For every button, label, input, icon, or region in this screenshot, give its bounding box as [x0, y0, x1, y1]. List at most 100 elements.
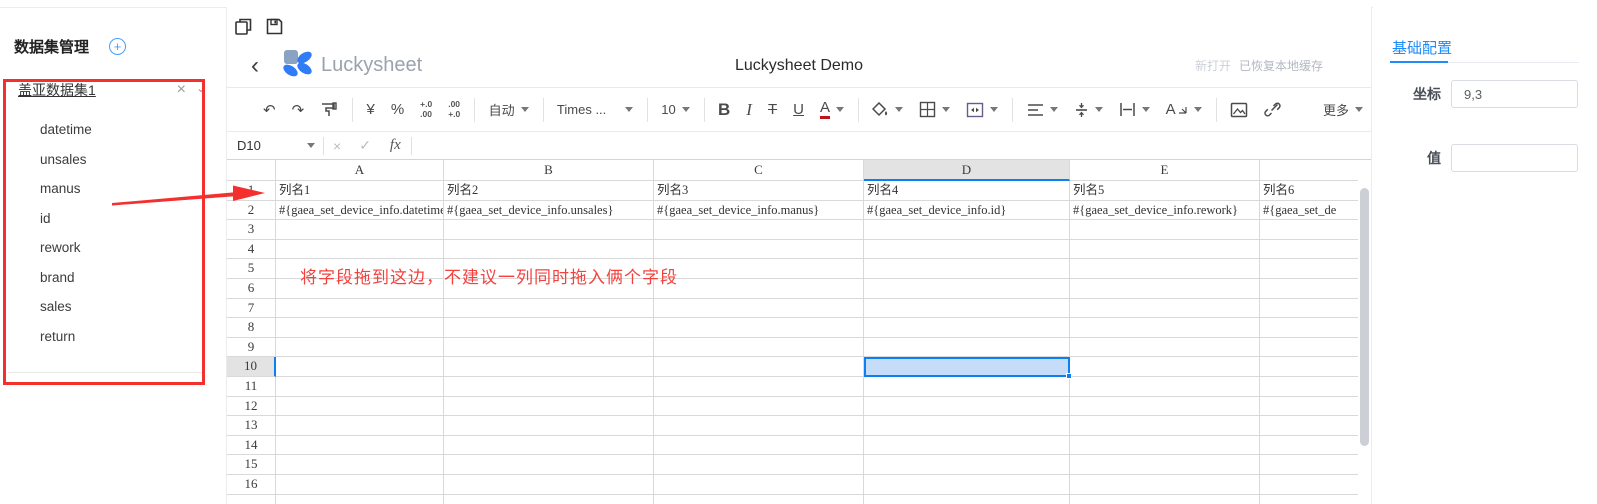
cell[interactable]: [276, 338, 444, 358]
cell[interactable]: [864, 299, 1070, 319]
chevron-down-icon[interactable]: ⌄: [192, 81, 210, 95]
copy-config-icon[interactable]: [235, 18, 252, 35]
row-header[interactable]: 9: [227, 338, 276, 358]
column-header[interactable]: C: [654, 160, 864, 181]
column-header[interactable]: B: [444, 160, 654, 181]
cell[interactable]: [444, 318, 654, 338]
cell[interactable]: [864, 455, 1070, 475]
cell[interactable]: [276, 436, 444, 456]
cell[interactable]: [276, 357, 444, 377]
row-header[interactable]: 10: [227, 357, 276, 377]
cell[interactable]: [444, 299, 654, 319]
scrollbar-thumb[interactable]: [1360, 188, 1369, 446]
cell[interactable]: 列名6: [1260, 181, 1358, 201]
cell[interactable]: [864, 259, 1070, 279]
vertical-scrollbar[interactable]: [1360, 162, 1369, 502]
cell[interactable]: [654, 357, 864, 377]
cell[interactable]: [1070, 338, 1260, 358]
cell[interactable]: [654, 220, 864, 240]
cell[interactable]: #{gaea_set_device_info.rework}: [1070, 201, 1260, 221]
cell[interactable]: [864, 318, 1070, 338]
cell[interactable]: [864, 357, 1070, 377]
cell[interactable]: [1070, 259, 1260, 279]
cell[interactable]: [864, 416, 1070, 436]
horizontal-align-dropdown[interactable]: [1019, 95, 1066, 125]
underline-button[interactable]: U: [785, 95, 812, 125]
row-header[interactable]: 16: [227, 475, 276, 495]
formula-input[interactable]: [422, 132, 1371, 159]
fx-icon[interactable]: fx: [380, 137, 411, 154]
cell[interactable]: [444, 220, 654, 240]
dataset-name[interactable]: 盖亚数据集1: [18, 80, 96, 100]
cell[interactable]: [1070, 220, 1260, 240]
cell[interactable]: [276, 299, 444, 319]
add-dataset-icon[interactable]: +: [109, 38, 126, 55]
fill-color-dropdown[interactable]: [864, 95, 911, 125]
coordinate-input[interactable]: [1451, 80, 1578, 108]
cell[interactable]: [1070, 436, 1260, 456]
row-header[interactable]: 11: [227, 377, 276, 397]
column-header[interactable]: [1260, 160, 1358, 181]
cell[interactable]: [444, 377, 654, 397]
cell[interactable]: [1260, 416, 1358, 436]
field-item[interactable]: unsales: [40, 145, 92, 175]
row-header[interactable]: 5: [227, 259, 276, 279]
tab-basic-config[interactable]: 基础配置: [1392, 37, 1452, 58]
cell[interactable]: [864, 495, 1070, 504]
cell[interactable]: [654, 416, 864, 436]
cell[interactable]: #{gaea_set_de: [1260, 201, 1358, 221]
cell[interactable]: [1260, 475, 1358, 495]
cell[interactable]: [864, 475, 1070, 495]
cell[interactable]: [654, 495, 864, 504]
cell[interactable]: [1260, 299, 1358, 319]
field-item[interactable]: brand: [40, 263, 92, 293]
insert-link-icon[interactable]: [1256, 95, 1289, 125]
currency-format-button[interactable]: ¥: [358, 95, 382, 125]
more-dropdown[interactable]: 更多: [1315, 95, 1371, 125]
cell[interactable]: [654, 338, 864, 358]
row-header[interactable]: 2: [227, 201, 276, 221]
cell[interactable]: [1260, 397, 1358, 417]
cell[interactable]: [864, 377, 1070, 397]
row-header[interactable]: 15: [227, 455, 276, 475]
row-header[interactable]: 12: [227, 397, 276, 417]
cell[interactable]: [654, 377, 864, 397]
cell[interactable]: [1070, 279, 1260, 299]
cell[interactable]: [276, 475, 444, 495]
row-header[interactable]: 14: [227, 436, 276, 456]
cell[interactable]: [444, 475, 654, 495]
font-color-dropdown[interactable]: A: [812, 95, 852, 125]
row-header[interactable]: 7: [227, 299, 276, 319]
cell[interactable]: [1260, 357, 1358, 377]
column-header[interactable]: E: [1070, 160, 1260, 181]
cell[interactable]: [654, 299, 864, 319]
cell[interactable]: [444, 397, 654, 417]
merge-cells-dropdown[interactable]: [958, 95, 1006, 125]
vertical-align-dropdown[interactable]: [1066, 95, 1111, 125]
font-family-dropdown[interactable]: Times ...: [549, 95, 641, 125]
row-header[interactable]: 6: [227, 279, 276, 299]
value-input[interactable]: [1451, 144, 1578, 172]
cell[interactable]: [276, 377, 444, 397]
cell[interactable]: [276, 416, 444, 436]
cell[interactable]: [444, 416, 654, 436]
row-header[interactable]: 4: [227, 240, 276, 260]
cell[interactable]: [654, 279, 864, 299]
decrease-decimal-button[interactable]: .00+.0: [440, 95, 468, 125]
cell[interactable]: [654, 475, 864, 495]
cell[interactable]: [276, 240, 444, 260]
cell[interactable]: [444, 495, 654, 504]
format-painter-icon[interactable]: [312, 95, 346, 125]
cell[interactable]: [276, 397, 444, 417]
redo-icon[interactable]: ↷: [284, 95, 313, 125]
percent-format-button[interactable]: %: [383, 95, 412, 125]
cell[interactable]: [1260, 220, 1358, 240]
cell[interactable]: [1260, 318, 1358, 338]
cell[interactable]: [1070, 495, 1260, 504]
field-item[interactable]: manus: [40, 174, 92, 204]
cell[interactable]: [1260, 338, 1358, 358]
cell[interactable]: 列名3: [654, 181, 864, 201]
cell[interactable]: [1070, 455, 1260, 475]
row-header[interactable]: 1: [227, 181, 276, 201]
cell[interactable]: [1070, 475, 1260, 495]
